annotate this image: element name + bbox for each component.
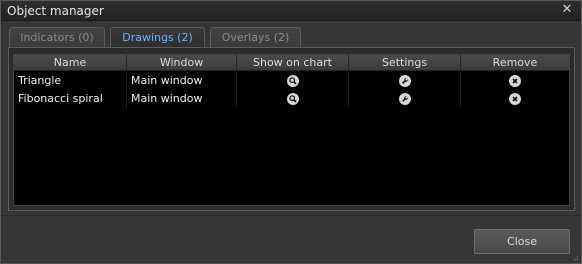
row-name: Triangle (14, 72, 127, 90)
settings-cell (349, 72, 461, 90)
remove-x-icon[interactable] (509, 75, 521, 87)
drawings-table: Name Window Show on chart Settings Remov… (13, 54, 570, 206)
row-name: Fibonacci spiral (14, 90, 127, 108)
object-manager-dialog: Object manager ✕ Indicators (0) Drawings… (0, 0, 582, 264)
wrench-icon[interactable] (398, 75, 411, 87)
column-header-window[interactable]: Window (127, 55, 237, 71)
tab-panel: Name Window Show on chart Settings Remov… (8, 47, 575, 211)
remove-x-icon[interactable] (509, 93, 521, 105)
column-header-name[interactable]: Name (14, 55, 127, 71)
wrench-icon[interactable] (398, 93, 411, 105)
footer-divider (1, 215, 581, 216)
tab-drawings[interactable]: Drawings (2) (110, 27, 205, 49)
title-bar[interactable]: Object manager ✕ (1, 1, 581, 21)
tab-overlays[interactable]: Overlays (2) (210, 27, 301, 48)
close-button[interactable]: Close (474, 229, 570, 254)
magnifier-icon[interactable] (286, 93, 299, 105)
resize-grip-icon[interactable] (571, 253, 579, 261)
magnifier-icon[interactable] (286, 75, 299, 87)
column-header-show-on-chart[interactable]: Show on chart (237, 55, 349, 71)
remove-cell (461, 90, 569, 108)
table-row[interactable]: Triangle Main window (14, 72, 569, 90)
table-row[interactable]: Fibonacci spiral Main window (14, 90, 569, 108)
window-title: Object manager (7, 4, 104, 18)
show-on-chart-cell (237, 90, 349, 108)
remove-cell (461, 72, 569, 90)
tab-indicators[interactable]: Indicators (0) (9, 27, 105, 48)
row-window: Main window (127, 90, 237, 108)
column-header-remove[interactable]: Remove (461, 55, 569, 71)
close-icon[interactable]: ✕ (560, 3, 574, 17)
column-header-settings[interactable]: Settings (349, 55, 461, 71)
show-on-chart-cell (237, 72, 349, 90)
table-header: Name Window Show on chart Settings Remov… (14, 55, 569, 71)
settings-cell (349, 90, 461, 108)
row-window: Main window (127, 72, 237, 90)
